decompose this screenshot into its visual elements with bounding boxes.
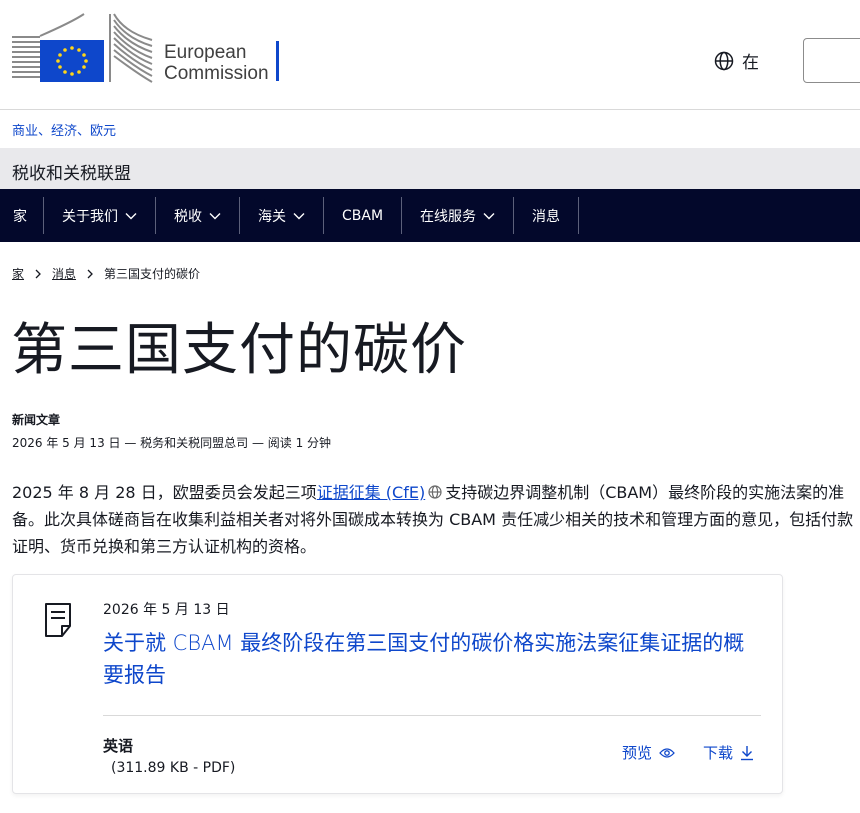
file-language: 英语	[103, 737, 134, 755]
article-intro: 2025 年 8 月 28 日，欧盟委员会发起三项证据征集 (CfE) 支持碳边界…	[12, 479, 857, 560]
download-icon	[741, 745, 754, 760]
nav-item-label: 家	[13, 208, 27, 225]
nav-item-cbam[interactable]: CBAM	[324, 197, 403, 234]
nav-item-news[interactable]: 消息	[514, 197, 580, 234]
file-divider	[103, 715, 761, 716]
nav-item-taxation[interactable]: 税收	[156, 197, 240, 234]
european-commission-logo[interactable]: European Commission	[12, 12, 284, 86]
site-header: European Commission 在	[0, 0, 860, 110]
chevron-down-icon	[293, 212, 305, 219]
file-size: (311.89 KB - PDF)	[111, 760, 236, 776]
chevron-down-icon	[125, 212, 137, 219]
download-button[interactable]: 下载	[703, 742, 754, 763]
globe-icon	[714, 51, 734, 70]
logo-text: European Commission	[164, 42, 269, 84]
file-card: 2026 年 5 月 13 日 关于就 CBAM 最终阶段在第三国支付的碳价格实…	[12, 574, 783, 794]
chevron-right-icon	[35, 269, 41, 278]
nav-item-label: 消息	[532, 208, 561, 225]
nav-item-label: 在线服务	[420, 208, 477, 225]
logo-line-european: European	[164, 42, 247, 63]
nav-item-customs[interactable]: 海关	[240, 197, 324, 234]
chevron-down-icon	[209, 212, 221, 219]
file-date: 2026 年 5 月 13 日	[103, 602, 230, 618]
logo-line-commission: Commission	[164, 63, 269, 84]
chevron-down-icon	[483, 212, 495, 219]
article-type: 新闻文章	[12, 413, 61, 427]
call-for-evidence-link[interactable]: 证据征集 (CfE)	[317, 483, 426, 502]
language-label: 在	[742, 53, 759, 73]
article-meta: 2026 年 5 月 13 日 — 税务和关税同盟总司 — 阅读 1 分钟	[12, 436, 332, 450]
file-title-link[interactable]: 关于就 CBAM 最终阶段在第三国支付的碳价格实施法案征集证据的概要报告	[103, 627, 763, 691]
preview-label: 预览	[622, 744, 653, 762]
search-input[interactable]	[803, 38, 860, 83]
nav-item-label: 税收	[174, 208, 202, 225]
nav-item-home[interactable]: 家	[0, 197, 44, 234]
intro-text-before: 2025 年 8 月 28 日，欧盟委员会发起三项	[12, 483, 317, 502]
site-name-band: 税收和关税联盟	[0, 148, 860, 189]
document-icon	[45, 603, 71, 637]
download-label: 下载	[703, 744, 734, 762]
preview-button[interactable]: 预览	[622, 742, 675, 763]
language-selector[interactable]: 在	[714, 48, 759, 73]
site-parent-link[interactable]: 商业、经济、欧元	[12, 120, 116, 139]
eye-icon	[659, 747, 675, 758]
external-globe-icon	[428, 485, 442, 499]
nav-item-label: 海关	[258, 208, 286, 225]
breadcrumb-current: 第三国支付的碳价	[104, 267, 201, 281]
breadcrumb-home-link[interactable]: 家	[12, 265, 24, 282]
nav-item-label: 关于我们	[62, 208, 118, 225]
chevron-right-icon	[87, 269, 93, 278]
nav-item-label: CBAM	[342, 207, 384, 224]
nav-item-online-services[interactable]: 在线服务	[402, 197, 515, 234]
main-navigation: 家 关于我们 税收 海关 CBAM 在线服务 消息	[0, 189, 860, 242]
page-title: 第三国支付的碳价	[11, 318, 467, 383]
site-name[interactable]: 税收和关税联盟	[12, 159, 131, 184]
breadcrumb: 家 消息 第三国支付的碳价	[12, 265, 200, 282]
nav-item-about[interactable]: 关于我们	[44, 197, 156, 234]
breadcrumb-news-link[interactable]: 消息	[52, 265, 76, 282]
